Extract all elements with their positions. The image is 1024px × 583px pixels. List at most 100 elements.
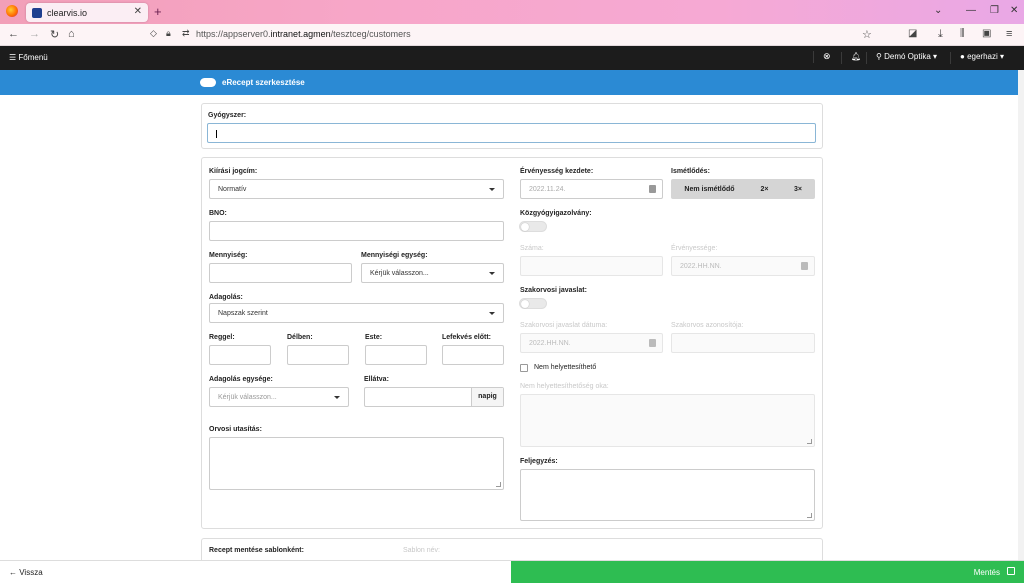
page-title: eRecept szerkesztése [222, 78, 305, 87]
szakorvosi-label: Szakorvosi javaslat: [520, 287, 587, 294]
adagolas-egysege-select[interactable]: Kérjük válasszon... [209, 387, 349, 407]
scrollbar[interactable] [1018, 70, 1024, 560]
tab-title: clearvis.io [47, 7, 88, 18]
bell-icon[interactable]: 🔔︎ [841, 52, 861, 64]
reload-icon[interactable]: ↻ [50, 28, 59, 41]
extensions-icon[interactable]: ▣ [982, 28, 991, 39]
ervenyesseg-kezdete-label: Érvényesség kezdete: [520, 168, 594, 175]
pocket-icon[interactable]: ◪ [908, 28, 917, 39]
drug-search-input[interactable] [207, 123, 816, 143]
save-label: Mentés [973, 568, 1000, 577]
chevron-down-icon: ▾ [933, 52, 938, 61]
szakorvosi-datum-value: 2022.HH.NN. [529, 340, 571, 347]
library-icon[interactable]: ⫼ [960, 28, 965, 39]
este-input[interactable] [365, 345, 427, 365]
downloads-icon[interactable]: ⤓ [938, 28, 943, 41]
adagolas-select[interactable]: Napszak szerint [209, 303, 504, 323]
save-as-template-label: Recept mentése sablonként: [209, 547, 304, 554]
restore-icon[interactable]: ❐ [990, 5, 999, 16]
szakorvosi-datum-input[interactable]: 2022.HH.NN. [520, 333, 663, 353]
delben-input[interactable] [287, 345, 349, 365]
edit-check-icon [1007, 567, 1015, 575]
mennyiseg-label: Mennyiség: [209, 252, 248, 259]
calendar-icon[interactable] [801, 262, 808, 270]
browser-tab[interactable]: clearvis.io ✕ [26, 3, 148, 22]
orvosi-utasitas-textarea[interactable] [209, 437, 504, 490]
back-arrow-icon[interactable]: ← [8, 28, 19, 40]
user-icon: ● [960, 52, 965, 61]
jogcim-value: Normatív [218, 186, 247, 193]
template-name-label: Sablon név: [403, 547, 440, 554]
delben-label: Délben: [287, 334, 313, 341]
szama-label: Száma: [520, 245, 544, 252]
szakorvosi-datum-label: Szakorvosi javaslat dátuma: [520, 322, 608, 329]
szakorvos-azonosito-label: Szakorvos azonosítója: [671, 322, 744, 329]
adagolas-label: Adagolás: [209, 294, 243, 301]
szama-input[interactable] [520, 256, 663, 276]
user-menu[interactable]: ● egerhazi ▾ [950, 52, 1018, 64]
url-host: intranet.agmen [270, 29, 331, 39]
browser-nav-bar: ← → ↻ ⌂ ◇ 🔒︎ ⇄ https://appserver0.intran… [0, 24, 1024, 46]
jogcim-select[interactable]: Normatív [209, 179, 504, 199]
minimize-icon[interactable]: — [966, 5, 976, 16]
ellatva-input[interactable]: napig [364, 387, 504, 407]
calendar-icon[interactable] [649, 339, 656, 347]
tab-list-icon[interactable]: ⌄ [934, 5, 942, 16]
main-menu-button[interactable]: ☰ Főmenü [9, 53, 48, 62]
reggel-label: Reggel: [209, 334, 235, 341]
page-header: eRecept szerkesztése [0, 70, 1024, 95]
lock-icon[interactable]: 🔒︎ [166, 28, 171, 39]
adagolas-value: Napszak szerint [218, 310, 268, 317]
ellatva-label: Ellátva: [364, 376, 389, 383]
hamburger-menu-icon[interactable]: ≡ [1006, 28, 1012, 40]
app-top-bar: ☰ Főmenü ⊗ 🔔︎ ⚲ Demó Optika ▾ ● egerhazi… [0, 46, 1024, 70]
main-menu-label: Főmenü [18, 53, 48, 62]
kozgyogy-toggle[interactable] [519, 221, 547, 232]
location-pin-icon: ⚲ [876, 52, 882, 61]
lefekves-label: Lefekvés előtt: [442, 334, 492, 341]
permissions-icon[interactable]: ⇄ [182, 28, 190, 39]
save-button[interactable]: Mentés [511, 561, 1024, 583]
nem-helyettesitheto-label: Nem helyettesíthető [534, 364, 597, 371]
nem-helyettesitheto-ok-textarea[interactable] [520, 394, 815, 447]
mennyisegi-egyseg-label: Mennyiségi egység: [361, 252, 428, 259]
lefekves-input[interactable] [442, 345, 504, 365]
mennyisegi-egyseg-select[interactable]: Kérjük válasszon... [361, 263, 504, 283]
browser-tab-bar: clearvis.io ✕ + ⌄ — ❐ ✕ [0, 0, 1024, 24]
bookmark-star-icon[interactable]: ☆ [862, 28, 872, 41]
jogcim-label: Kiírási jogcím: [209, 168, 258, 175]
mennyiseg-input[interactable] [209, 263, 352, 283]
forward-arrow-icon[interactable]: → [29, 28, 40, 40]
drug-label: Gyógyszer: [208, 112, 247, 119]
clear-icon[interactable]: ⊗ [813, 51, 831, 63]
adagolas-egysege-label: Adagolás egysége: [209, 376, 273, 383]
calendar-icon[interactable] [649, 185, 656, 193]
reggel-input[interactable] [209, 345, 271, 365]
chevron-down-icon: ▾ [1000, 52, 1005, 61]
shop-selector[interactable]: ⚲ Demó Optika ▾ [866, 52, 949, 64]
tab-close-icon[interactable]: ✕ [134, 6, 142, 17]
new-tab-icon[interactable]: + [154, 4, 162, 19]
address-bar[interactable]: https://appserver0.intranet.agmen/tesztc… [196, 29, 411, 39]
arrow-left-icon: ← [9, 568, 17, 577]
back-button[interactable]: ← Vissza [9, 568, 43, 577]
szakorvos-azonosito-input[interactable] [671, 333, 815, 353]
menu-icon: ☰ [9, 53, 17, 62]
bno-input[interactable] [209, 221, 504, 241]
clearvis-favicon-icon [32, 7, 42, 18]
firefox-icon[interactable] [6, 5, 18, 17]
ismetles-option-3x[interactable]: 3× [781, 186, 815, 193]
home-icon[interactable]: ⌂ [68, 28, 75, 40]
szakorvosi-toggle[interactable] [519, 298, 547, 309]
ismetles-option-none[interactable]: Nem ismétlődő [671, 186, 748, 193]
nem-helyettesitheto-checkbox[interactable] [520, 364, 528, 372]
nem-helyettesitheto-ok-label: Nem helyettesíthetőség oka: [520, 383, 609, 390]
ervenyesseg-kezdete-input[interactable]: 2022.11.24. [520, 179, 663, 199]
shield-icon[interactable]: ◇ [150, 28, 157, 39]
window-close-icon[interactable]: ✕ [1010, 5, 1018, 16]
feljegyzes-textarea[interactable] [520, 469, 815, 521]
url-prefix: https://appserver0. [196, 29, 271, 39]
ervenyessege-input[interactable]: 2022.HH.NN. [671, 256, 815, 276]
ismetles-option-2x[interactable]: 2× [748, 186, 781, 193]
adagolas-egysege-placeholder: Kérjük válasszon... [218, 394, 277, 401]
